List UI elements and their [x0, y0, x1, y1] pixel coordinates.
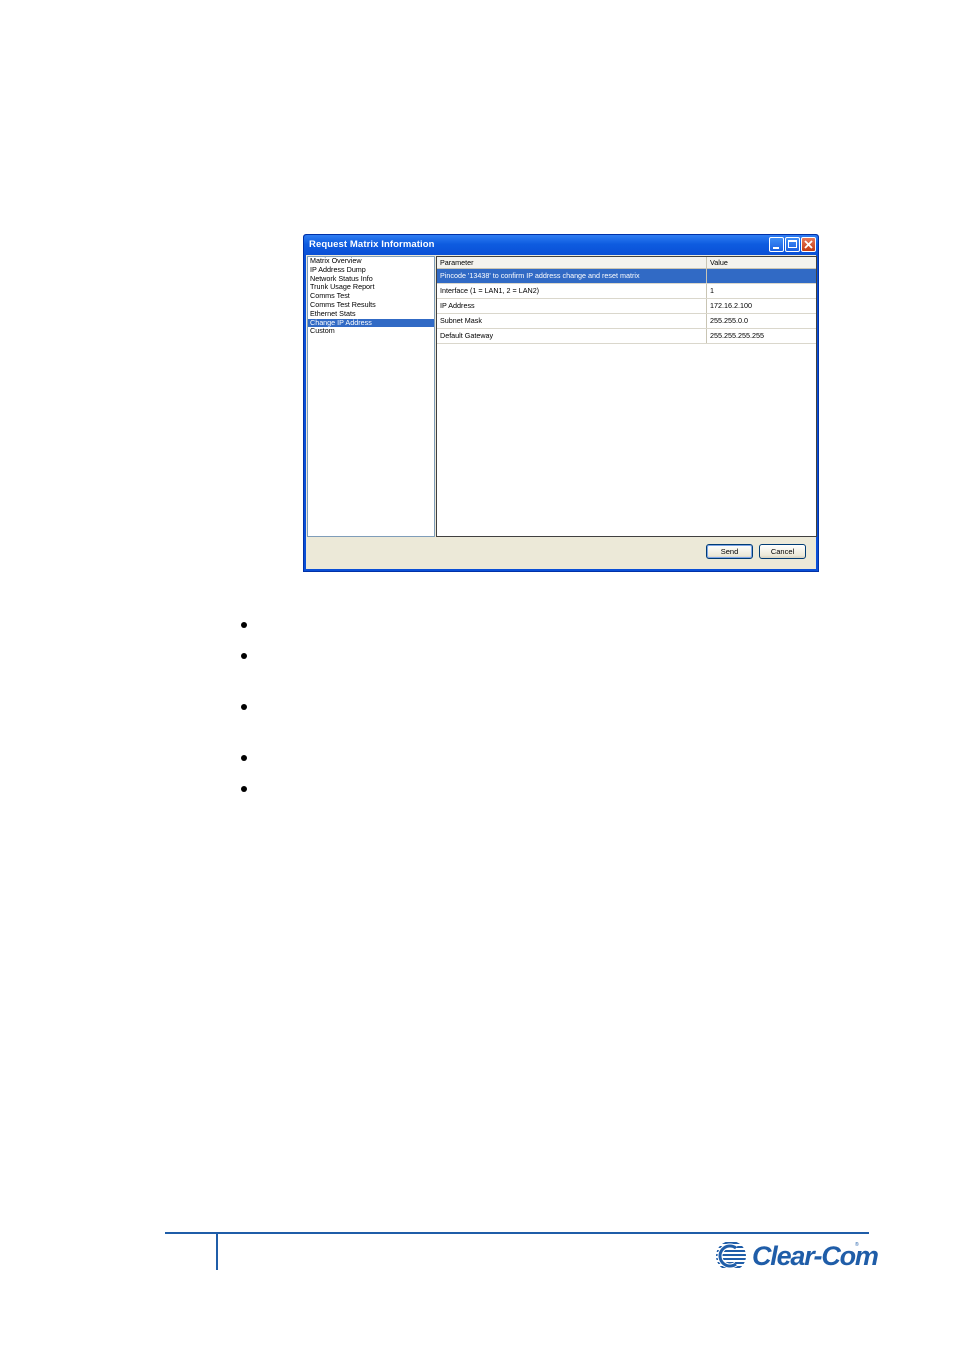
table-row[interactable]: IP Address 172.16.2.100 — [437, 299, 816, 314]
clear-com-globe-icon — [716, 1242, 746, 1269]
footer-rule — [165, 1232, 869, 1234]
parameter-cell: Pincode '13438' to confirm IP address ch… — [437, 269, 707, 283]
value-cell[interactable]: 1 — [707, 284, 816, 298]
value-cell[interactable] — [707, 269, 816, 283]
footer-vertical-rule — [216, 1234, 218, 1270]
dialog-title: Request Matrix Information — [309, 239, 435, 250]
dialog-titlebar[interactable]: Request Matrix Information — [304, 235, 818, 255]
maximize-icon — [788, 240, 797, 248]
parameter-grid[interactable]: Parameter Value Pincode '13438' to confi… — [436, 256, 817, 537]
bullet-icon — [241, 704, 247, 710]
dialog-client-area: Matrix Overview IP Address Dump Network … — [306, 255, 817, 569]
close-icon — [804, 240, 813, 249]
maximize-button[interactable] — [785, 237, 800, 252]
table-row[interactable]: Interface (1 = LAN1, 2 = LAN2) 1 — [437, 284, 816, 299]
clear-com-logo: Clear-Com ® — [714, 1238, 879, 1274]
minimize-icon — [773, 247, 779, 249]
cancel-button[interactable]: Cancel — [759, 544, 806, 559]
parameter-cell: Default Gateway — [437, 329, 707, 343]
registered-mark: ® — [855, 1242, 859, 1248]
request-matrix-information-dialog: Request Matrix Information Matrix Overvi… — [303, 234, 819, 572]
table-row[interactable]: Subnet Mask 255.255.0.0 — [437, 314, 816, 329]
column-header-value[interactable]: Value — [707, 257, 816, 268]
bullet-icon — [241, 786, 247, 792]
parameter-cell: Subnet Mask — [437, 314, 707, 328]
value-cell[interactable]: 172.16.2.100 — [707, 299, 816, 313]
table-row[interactable]: Pincode '13438' to confirm IP address ch… — [437, 269, 816, 284]
bullet-icon — [241, 622, 247, 628]
request-type-list[interactable]: Matrix Overview IP Address Dump Network … — [307, 256, 435, 537]
column-header-parameter[interactable]: Parameter — [437, 257, 707, 268]
list-item[interactable]: Custom — [308, 327, 434, 336]
value-cell[interactable]: 255.255.255.255 — [707, 329, 816, 343]
parameter-cell: Interface (1 = LAN1, 2 = LAN2) — [437, 284, 707, 298]
grid-header: Parameter Value — [437, 257, 816, 269]
bullet-icon — [241, 653, 247, 659]
close-button[interactable] — [801, 237, 816, 252]
minimize-button[interactable] — [769, 237, 784, 252]
table-row[interactable]: Default Gateway 255.255.255.255 — [437, 329, 816, 344]
bullet-icon — [241, 755, 247, 761]
parameter-cell: IP Address — [437, 299, 707, 313]
send-button[interactable]: Send — [706, 544, 753, 559]
value-cell[interactable]: 255.255.0.0 — [707, 314, 816, 328]
